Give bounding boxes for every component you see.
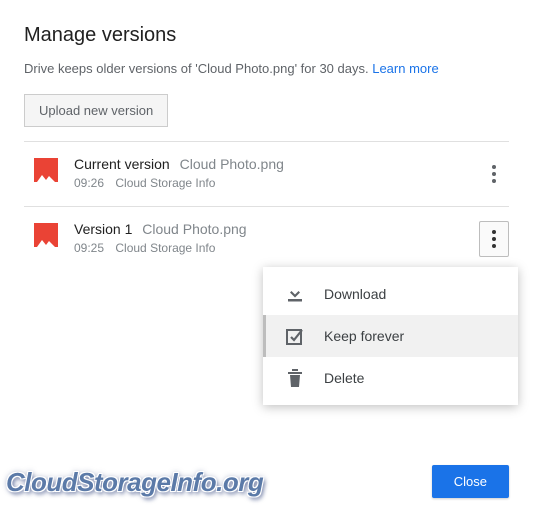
version-info: Current version Cloud Photo.png 09:26 Cl… [74, 156, 479, 190]
version-author: Cloud Storage Info [115, 241, 215, 255]
description-text: Drive keeps older versions of 'Cloud Pho… [24, 61, 372, 76]
download-icon [284, 283, 306, 305]
image-file-icon [34, 223, 58, 247]
version-row: Version 1 Cloud Photo.png 09:25 Cloud St… [24, 207, 509, 271]
close-button[interactable]: Close [432, 465, 509, 498]
image-file-icon [34, 158, 58, 182]
more-options-button[interactable] [479, 156, 509, 192]
menu-label: Keep forever [324, 328, 404, 344]
menu-label: Download [324, 286, 386, 302]
version-name: Version 1 [74, 221, 132, 237]
version-filename: Cloud Photo.png [180, 156, 284, 172]
menu-label: Delete [324, 370, 364, 386]
version-name: Current version [74, 156, 170, 172]
version-info: Version 1 Cloud Photo.png 09:25 Cloud St… [74, 221, 479, 255]
dialog-footer: CloudStorageInfo.org Close [0, 465, 533, 498]
manage-versions-dialog: Manage versions Drive keeps older versio… [0, 0, 533, 271]
dialog-description: Drive keeps older versions of 'Cloud Pho… [24, 61, 509, 76]
version-row: Current version Cloud Photo.png 09:26 Cl… [24, 142, 509, 206]
version-filename: Cloud Photo.png [142, 221, 246, 237]
version-author: Cloud Storage Info [115, 176, 215, 190]
vertical-dots-icon [492, 230, 496, 248]
menu-item-download[interactable]: Download [263, 273, 518, 315]
vertical-dots-icon [492, 165, 496, 183]
keep-forever-icon [284, 325, 306, 347]
dialog-title: Manage versions [24, 24, 509, 47]
menu-item-keep-forever[interactable]: Keep forever [263, 315, 518, 357]
menu-item-delete[interactable]: Delete [263, 357, 518, 399]
watermark-logo: CloudStorageInfo.org [6, 467, 263, 498]
upload-new-version-button[interactable]: Upload new version [24, 94, 168, 127]
learn-more-link[interactable]: Learn more [372, 61, 438, 76]
trash-icon [284, 367, 306, 389]
more-options-button[interactable] [479, 221, 509, 257]
version-time: 09:26 [74, 176, 104, 190]
version-time: 09:25 [74, 241, 104, 255]
context-menu: Download Keep forever Delete [263, 267, 518, 405]
